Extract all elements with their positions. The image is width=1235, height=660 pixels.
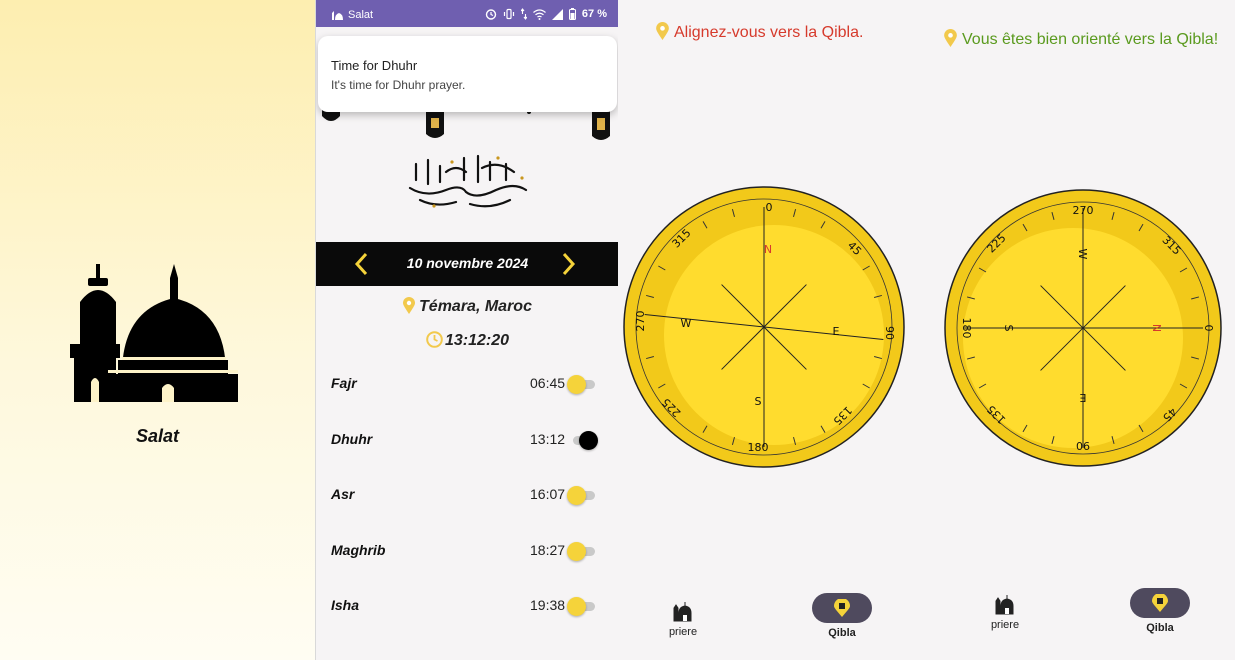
prayer-time: 13:12 <box>530 431 566 447</box>
nav-qibla-label: Qibla <box>1146 622 1174 634</box>
asr-notification-toggle[interactable] <box>567 485 597 505</box>
battery-level: 67 % <box>581 8 607 20</box>
nav-prayer-tab[interactable]: priere <box>960 593 1050 631</box>
prayer-row-fajr: Fajr 06:45 <box>316 364 618 404</box>
next-day-button[interactable] <box>556 250 580 278</box>
qibla-compass-dial: 0 90 180 270 45 135 225 315 N E S W <box>623 186 905 468</box>
qibla-status-text: Alignez-vous vers la Qibla. <box>674 24 864 41</box>
mosque-logo-icon <box>70 258 238 402</box>
maghrib-notification-toggle[interactable] <box>567 541 597 561</box>
prayer-time: 19:38 <box>530 597 566 613</box>
notification-card[interactable]: Time for Dhuhr It's time for Dhuhr praye… <box>318 36 617 112</box>
qibla-status-text: Vous êtes bien orienté vers la Qibla! <box>962 31 1219 48</box>
signal-icon <box>551 8 563 20</box>
nav-qibla-tab[interactable]: Qibla <box>797 593 887 639</box>
heading-label-0: 0 <box>766 201 773 214</box>
heading-label-270: 270 <box>634 311 647 332</box>
qibla-status-message: Vous êtes bien orienté vers la Qibla! <box>944 29 1218 49</box>
nav-qibla-label: Qibla <box>828 627 856 639</box>
nav-qibla-active-pill <box>1130 588 1190 618</box>
isha-notification-toggle[interactable] <box>567 596 597 616</box>
wifi-icon <box>533 8 546 20</box>
nav-prayer-label: priere <box>668 626 698 638</box>
notification-body: It's time for Dhuhr prayer. <box>331 78 466 92</box>
splash-app-title: Salat <box>135 426 180 446</box>
notification-title: Time for Dhuhr <box>331 58 418 73</box>
clock-icon <box>426 331 443 348</box>
status-app-name: Salat <box>348 9 374 21</box>
heading-label-180: 180 <box>748 441 769 454</box>
hanging-lanterns-decoration <box>322 108 610 140</box>
mosque-icon <box>673 602 692 622</box>
prayer-time: 06:45 <box>530 375 566 391</box>
qibla-screen-aligned: Vous êtes bien orienté vers la Qibla! 27… <box>928 0 1235 660</box>
nav-qibla-tab[interactable]: Qibla <box>1115 588 1205 634</box>
status-bar: Salat 67 % <box>316 0 618 27</box>
location-pin-icon <box>656 22 669 40</box>
data-transfer-icon <box>520 8 527 20</box>
fajr-notification-toggle[interactable] <box>567 374 597 394</box>
prayer-name: Fajr <box>331 375 357 391</box>
vibrate-icon <box>503 8 515 20</box>
qibla-compass-icon <box>834 599 850 617</box>
splash-screen: Salat <box>0 0 315 660</box>
heading-label-90: 90 <box>883 326 896 340</box>
alarm-icon <box>485 9 497 20</box>
prayer-time: 16:07 <box>530 486 566 502</box>
location-pin-icon <box>403 297 416 314</box>
cardinal-south: S <box>1002 325 1015 332</box>
mosque-icon <box>995 595 1014 615</box>
prayer-name: Asr <box>331 486 355 502</box>
bottom-navigation: priere Qibla <box>928 588 1235 660</box>
prayer-name: Isha <box>331 597 360 613</box>
prayer-name: Maghrib <box>331 542 386 558</box>
app-notification-icon <box>332 11 343 20</box>
heading-label-0: 0 <box>1202 325 1215 332</box>
cardinal-west: W <box>681 317 692 330</box>
prayer-time: 18:27 <box>530 542 566 558</box>
cardinal-east: E <box>833 325 840 338</box>
prayer-row-asr: Asr 16:07 <box>316 475 618 515</box>
current-time-label: 13:12:20 <box>316 331 618 350</box>
prayer-row-maghrib: Maghrib 18:27 <box>316 531 618 571</box>
prayer-name: Dhuhr <box>331 431 373 447</box>
location-text: Témara, Maroc <box>419 298 532 315</box>
cardinal-north: N <box>1150 324 1163 332</box>
cardinal-west: W <box>1076 249 1089 260</box>
cardinal-south: S <box>755 395 762 408</box>
qibla-compass-icon <box>1152 594 1168 612</box>
nav-qibla-active-pill <box>812 593 872 623</box>
qibla-status-message: Alignez-vous vers la Qibla. <box>656 22 863 42</box>
prayer-row-dhuhr: Dhuhr 13:12 <box>316 420 618 460</box>
cardinal-east: E <box>1079 391 1086 404</box>
location-label: Témara, Maroc <box>316 297 618 316</box>
prayer-times-screen: Salat 67 % Time for Dhuhr It's time for … <box>315 0 618 660</box>
location-pin-icon <box>944 29 957 47</box>
qibla-screen-unaligned: Alignez-vous vers la Qibla. 0 90 180 270… <box>618 0 928 660</box>
nav-prayer-tab[interactable]: priere <box>638 600 728 638</box>
bismillah-calligraphy-icon <box>408 154 528 208</box>
cardinal-north: N <box>764 243 772 256</box>
heading-label-180: 180 <box>960 318 973 339</box>
bottom-navigation: priere Qibla <box>618 590 928 660</box>
battery-icon <box>568 8 576 20</box>
heading-label-270: 270 <box>1073 204 1094 217</box>
dhuhr-notification-toggle[interactable] <box>567 430 598 450</box>
current-time-text: 13:12:20 <box>444 332 510 349</box>
prayer-row-isha: Isha 19:38 <box>316 586 618 626</box>
qibla-compass-dial: 270 0 90 180 315 45 135 225 N E S W <box>944 189 1222 467</box>
nav-prayer-label: priere <box>990 619 1020 631</box>
heading-label-90: 90 <box>1076 439 1090 452</box>
date-navigation-bar: 10 novembre 2024 <box>316 242 618 286</box>
